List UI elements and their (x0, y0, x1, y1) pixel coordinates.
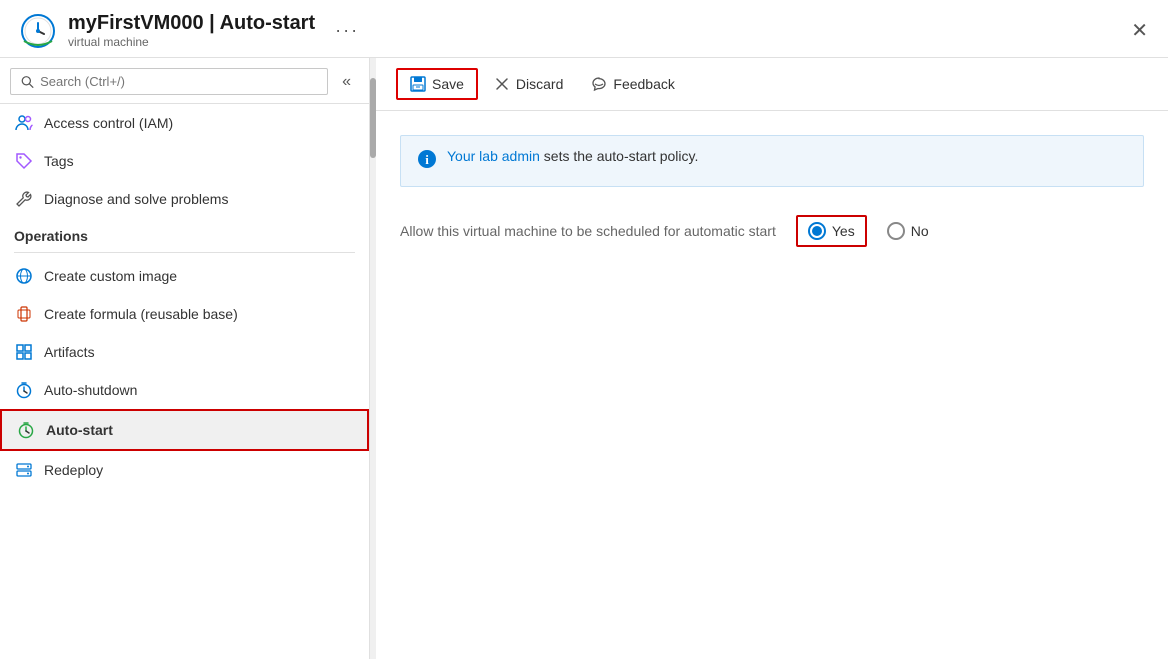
search-box[interactable] (10, 68, 328, 95)
discard-label: Discard (516, 76, 563, 92)
globe-icon (14, 266, 34, 286)
info-banner: i Your lab admin sets the auto-start pol… (400, 135, 1144, 187)
radio-yes-label: Yes (832, 223, 855, 239)
info-text-rest: sets the auto-start policy. (540, 148, 698, 164)
header-title-block: myFirstVM000 | Auto-start virtual machin… (68, 12, 315, 49)
tag-icon (14, 151, 34, 171)
people-icon (14, 113, 34, 133)
sidebar-item-label: Artifacts (44, 344, 95, 360)
info-highlight: Your lab admin (447, 148, 540, 164)
toolbar: Save Discard Feedback (376, 58, 1168, 111)
wrench-icon (14, 189, 34, 209)
collapse-button[interactable]: « (334, 69, 359, 95)
sidebar-item-artifacts[interactable]: Artifacts (0, 333, 369, 371)
sidebar-item-label: Access control (IAM) (44, 115, 173, 131)
radio-no-circle (887, 222, 905, 240)
sidebar-item-label: Auto-start (46, 422, 113, 438)
sidebar-item-label: Tags (44, 153, 74, 169)
radio-yes-inner (812, 226, 822, 236)
search-icon (21, 75, 34, 89)
page-title: myFirstVM000 | Auto-start (68, 12, 315, 35)
artifacts-icon (14, 342, 34, 362)
svg-text:i: i (425, 152, 429, 167)
nav-list: Access control (IAM) Tags (0, 104, 369, 659)
feedback-label: Feedback (613, 76, 674, 92)
info-icon: i (417, 149, 437, 174)
server-icon (14, 460, 34, 480)
main-layout: « Access control (IAM) (0, 58, 1168, 659)
radio-yes-option[interactable]: Yes (796, 215, 867, 247)
page-subtitle: virtual machine (68, 35, 315, 49)
feedback-icon (591, 76, 607, 92)
sidebar-item-label: Create custom image (44, 268, 177, 284)
header-left: myFirstVM000 | Auto-start virtual machin… (20, 12, 359, 49)
feedback-button[interactable]: Feedback (579, 70, 686, 98)
operations-divider (14, 252, 355, 253)
save-button[interactable]: Save (396, 68, 478, 100)
autostart-label: Allow this virtual machine to be schedul… (400, 223, 776, 239)
autostart-row: Allow this virtual machine to be schedul… (400, 215, 1144, 247)
close-button[interactable]: ✕ (1131, 21, 1148, 41)
clock-icon (14, 380, 34, 400)
sidebar-item-label: Create formula (reusable base) (44, 306, 238, 322)
search-input[interactable] (40, 74, 317, 89)
sidebar: « Access control (IAM) (0, 58, 370, 659)
sidebar-item-label: Redeploy (44, 462, 103, 478)
clock-green-icon (16, 420, 36, 440)
sidebar-item-create-formula[interactable]: Create formula (reusable base) (0, 295, 369, 333)
sidebar-item-redeploy[interactable]: Redeploy (0, 451, 369, 489)
scrollbar-track[interactable] (370, 58, 376, 659)
radio-group: Yes No (796, 215, 929, 247)
info-banner-text: Your lab admin sets the auto-start polic… (447, 148, 698, 164)
discard-icon (494, 76, 510, 92)
discard-button[interactable]: Discard (482, 70, 575, 98)
formula-icon (14, 304, 34, 324)
save-label: Save (432, 76, 464, 92)
content-body: i Your lab admin sets the auto-start pol… (376, 111, 1168, 659)
content-area: Save Discard Feedback (376, 58, 1168, 659)
sidebar-item-tags[interactable]: Tags (0, 142, 369, 180)
app-header: myFirstVM000 | Auto-start virtual machin… (0, 0, 1168, 58)
sidebar-item-create-custom-image[interactable]: Create custom image (0, 257, 369, 295)
sidebar-item-auto-start[interactable]: Auto-start (0, 409, 369, 451)
scrollbar-thumb[interactable] (370, 78, 376, 158)
more-options-icon[interactable]: ··· (335, 20, 359, 41)
sidebar-item-label: Diagnose and solve problems (44, 191, 228, 207)
save-icon (410, 76, 426, 92)
radio-no-label: No (911, 223, 929, 239)
sidebar-item-diagnose[interactable]: Diagnose and solve problems (0, 180, 369, 218)
sidebar-item-access-control[interactable]: Access control (IAM) (0, 104, 369, 142)
search-area: « (0, 58, 369, 104)
vm-icon (20, 13, 56, 49)
sidebar-item-label: Auto-shutdown (44, 382, 137, 398)
radio-yes-circle (808, 222, 826, 240)
operations-section-header: Operations (0, 218, 369, 248)
radio-no-option[interactable]: No (887, 222, 929, 240)
sidebar-item-auto-shutdown[interactable]: Auto-shutdown (0, 371, 369, 409)
